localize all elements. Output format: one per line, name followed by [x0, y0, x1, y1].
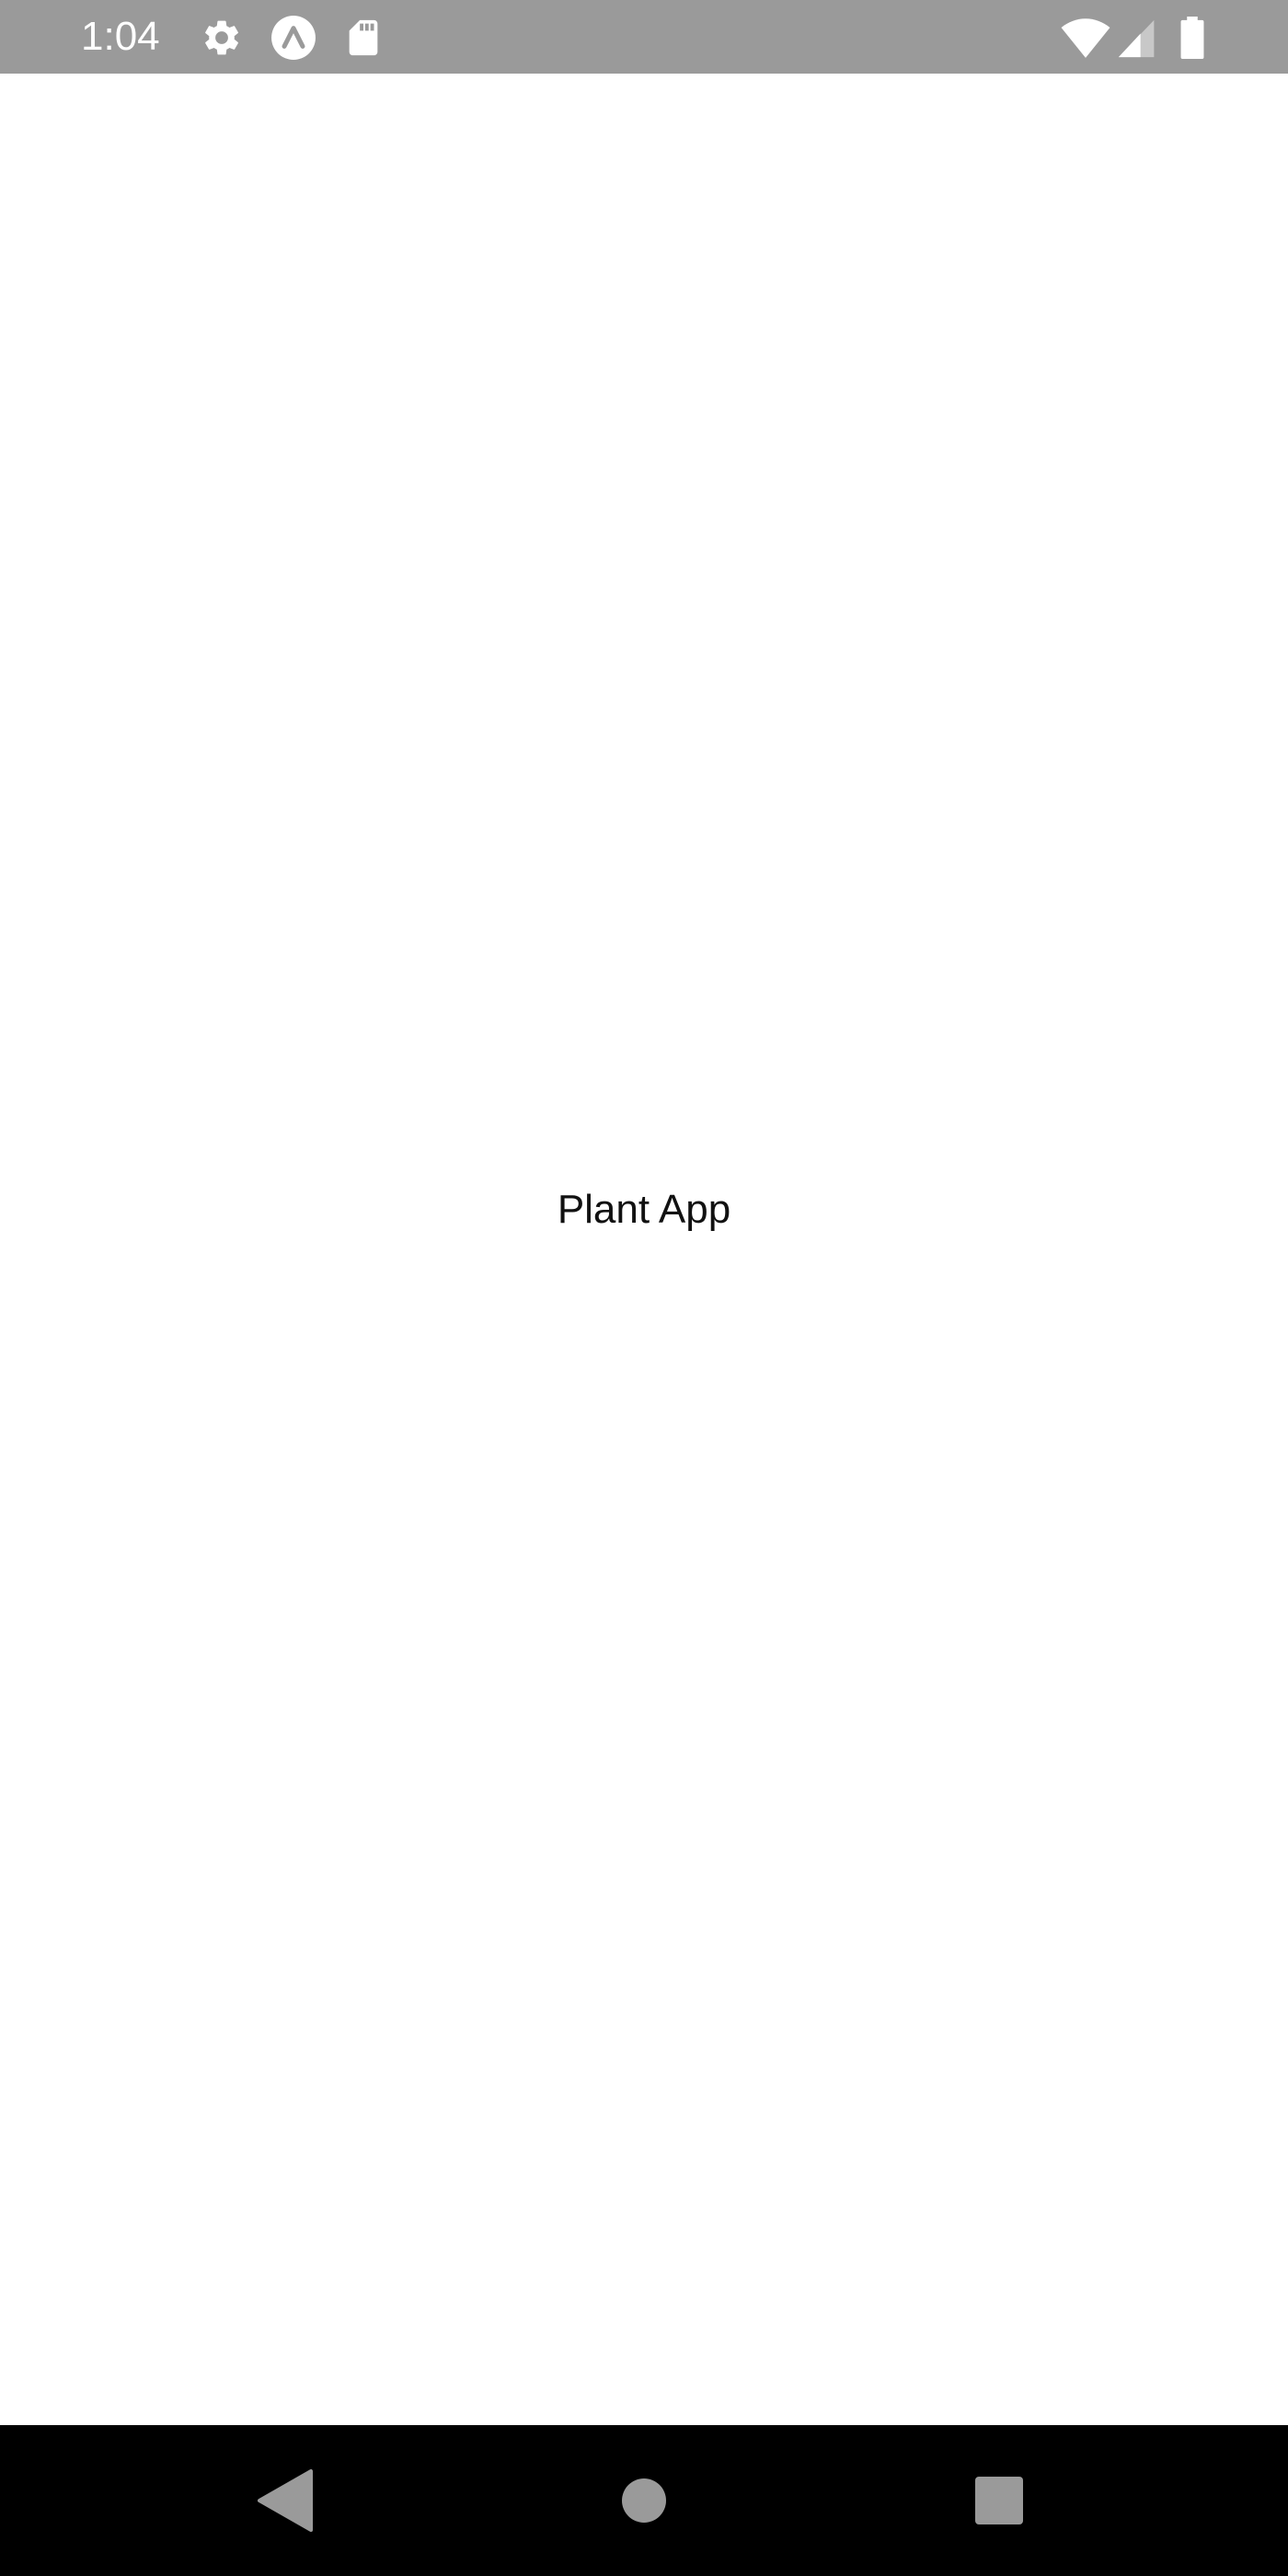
- expo-icon: [270, 15, 316, 61]
- home-circle-icon: [622, 2478, 666, 2523]
- main-content: Plant App: [0, 74, 1288, 2425]
- gear-icon: [201, 17, 243, 59]
- home-button[interactable]: [607, 2464, 681, 2537]
- sd-card-icon: [342, 17, 385, 59]
- recents-button[interactable]: [962, 2464, 1036, 2537]
- phone-screen: 1:04 Plant App: [0, 0, 1288, 2576]
- navigation-bar: [0, 2425, 1288, 2576]
- wifi-icon: [1060, 17, 1111, 59]
- back-button[interactable]: [248, 2464, 322, 2537]
- cell-signal-icon: [1117, 18, 1157, 59]
- battery-icon: [1179, 17, 1205, 59]
- status-time: 1:04: [81, 14, 160, 59]
- status-bar: 1:04: [0, 0, 1288, 74]
- app-title: Plant App: [557, 1187, 731, 1232]
- recents-square-icon: [975, 2477, 1023, 2524]
- back-triangle-icon: [258, 2469, 313, 2532]
